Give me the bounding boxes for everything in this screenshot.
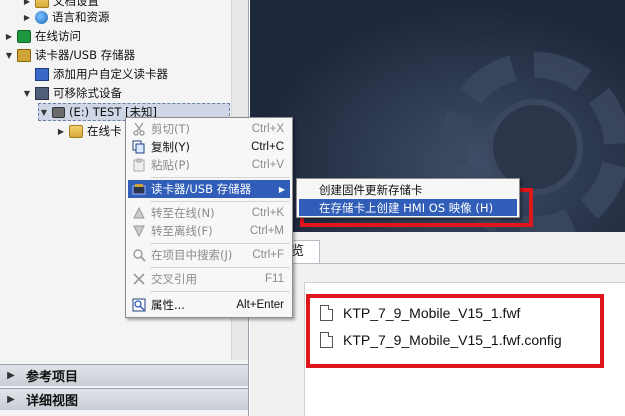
menu-item-label: 交叉引用 (151, 272, 197, 286)
menu-item-copy[interactable]: 复制(Y) Ctrl+C (128, 138, 290, 156)
expand-arrow-icon[interactable]: ▶ (22, 13, 32, 22)
menu-item-properties[interactable]: 属性... Alt+Enter (128, 296, 290, 314)
menu-item-label: 粘贴(P) (151, 158, 190, 172)
card-reader-submenu: 创建固件更新存储卡 在存储卡上创建 HMI OS 映像 (H) (296, 178, 520, 218)
menu-item-label: 复制(Y) (151, 140, 190, 154)
expand-arrow-icon[interactable]: ▶ (6, 394, 16, 405)
submenu-item-create-hmi-os-image[interactable]: 在存储卡上创建 HMI OS 映像 (H) (299, 199, 517, 216)
annotation-box-files (306, 294, 604, 368)
submenu-arrow-icon: ▶ (278, 184, 285, 194)
submenu-item-label: 创建固件更新存储卡 (319, 182, 423, 197)
removable-device-icon (35, 86, 49, 100)
tree-item-online-card[interactable]: ▶ 在线卡 (56, 122, 122, 140)
menu-item-shortcut: Ctrl+M (249, 225, 284, 237)
tree-item-label: 语言和资源 (52, 10, 110, 24)
expand-arrow-icon[interactable]: ▶ (4, 32, 14, 41)
tree-item-label: 可移除式设备 (53, 86, 122, 100)
expand-arrow-icon[interactable]: ▶ (6, 370, 16, 381)
menu-item-card-reader[interactable]: 读卡器/USB 存储器 ▶ (128, 180, 290, 198)
menu-separator (150, 267, 290, 268)
tree-item-online-access[interactable]: ▶ 在线访问 (4, 27, 81, 45)
go-offline-icon (132, 224, 146, 238)
menu-separator (150, 201, 290, 202)
submenu-item-label: 在存储卡上创建 HMI OS 映像 (H) (319, 200, 494, 215)
panel-title: 详细视图 (26, 394, 79, 409)
collapse-arrow-icon[interactable]: ▼ (4, 51, 14, 60)
menu-item-label: 在项目中搜索(J) (151, 248, 233, 262)
panel-title: 参考项目 (26, 370, 79, 385)
expand-arrow-icon[interactable]: ▶ (22, 0, 32, 6)
menu-item-go-online[interactable]: 转至在线(N) Ctrl+K (128, 204, 290, 222)
details-view-panel[interactable]: ▶ 详细视图 (0, 388, 248, 410)
copy-icon (132, 140, 146, 154)
context-menu: 剪切(T) Ctrl+X 复制(Y) Ctrl+C 粘贴(P) Ctrl+V 读… (125, 117, 293, 318)
collapse-arrow-icon[interactable]: ▼ (39, 108, 49, 117)
paste-icon (132, 158, 146, 172)
tree-item-label: 在线访问 (35, 29, 81, 43)
online-access-icon (17, 29, 31, 43)
menu-separator (150, 177, 290, 178)
expand-arrow-icon[interactable]: ▶ (56, 127, 66, 136)
menu-item-shortcut: Ctrl+F (252, 249, 284, 261)
properties-icon (132, 298, 146, 312)
menu-item-label: 剪切(T) (151, 122, 190, 136)
menu-item-go-offline[interactable]: 转至离线(F) Ctrl+M (128, 222, 290, 240)
menu-item-shortcut: Ctrl+V (251, 159, 284, 171)
drive-icon (52, 106, 65, 118)
card-reader-icon (17, 48, 31, 62)
scissors-icon (132, 122, 146, 136)
menu-item-shortcut: Ctrl+X (251, 123, 284, 135)
tree-item-removable-devices[interactable]: ▼ 可移除式设备 (22, 84, 122, 102)
tree-item-add-card-reader[interactable]: 添加用户自定义读卡器 (22, 65, 168, 83)
submenu-item-create-firmware-card[interactable]: 创建固件更新存储卡 (299, 181, 517, 198)
menu-item-shortcut: F11 (265, 273, 284, 285)
menu-separator (150, 291, 290, 292)
menu-item-search-in-project[interactable]: 在项目中搜索(J) Ctrl+F (128, 246, 290, 264)
card-reader-icon (132, 182, 146, 196)
menu-item-cross-reference[interactable]: 交叉引用 F11 (128, 270, 290, 288)
menu-item-cut[interactable]: 剪切(T) Ctrl+X (128, 120, 290, 138)
menu-item-label: 属性... (151, 298, 185, 312)
menu-item-shortcut: Ctrl+C (251, 141, 284, 153)
add-reader-icon (35, 67, 49, 81)
search-icon (132, 248, 146, 262)
menu-item-label: 转至离线(F) (151, 224, 213, 238)
globe-icon (35, 10, 48, 24)
menu-item-shortcut: Ctrl+K (251, 207, 284, 219)
go-online-icon (132, 206, 146, 220)
folder-icon (69, 124, 83, 138)
document-settings-icon (35, 0, 49, 8)
menu-item-label: 转至在线(N) (151, 206, 215, 220)
tree-item-languages-resources[interactable]: ▶ 语言和资源 (22, 8, 110, 26)
reference-projects-panel[interactable]: ▶ 参考项目 (0, 364, 248, 386)
cross-reference-icon (132, 272, 146, 286)
menu-item-label: 读卡器/USB 存储器 (151, 182, 252, 196)
tree-item-label: 在线卡 (87, 124, 122, 138)
tree-item-label: 添加用户自定义读卡器 (53, 67, 168, 81)
menu-separator (150, 243, 290, 244)
menu-item-paste[interactable]: 粘贴(P) Ctrl+V (128, 156, 290, 174)
menu-item-shortcut: Alt+Enter (236, 299, 284, 311)
collapse-arrow-icon[interactable]: ▼ (22, 89, 32, 98)
tab-strip-divider (250, 263, 625, 264)
tree-item-card-reader[interactable]: ▼ 读卡器/USB 存储器 (4, 46, 135, 64)
tree-item-label: 读卡器/USB 存储器 (35, 48, 136, 62)
